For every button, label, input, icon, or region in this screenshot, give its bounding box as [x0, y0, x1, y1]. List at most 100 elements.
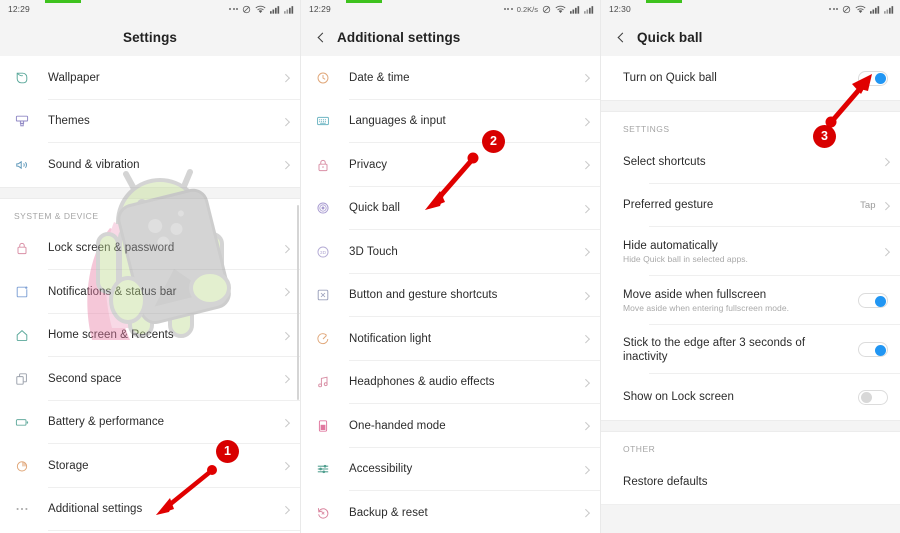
list-item-storage[interactable]: Storage	[0, 444, 300, 488]
list-item-turn-on-quick-ball[interactable]: Turn on Quick ball	[601, 56, 900, 100]
lock-icon	[315, 157, 349, 173]
panel-settings: 12:29 Settings Wallpaper Themes Sound & …	[0, 0, 300, 533]
status-icons: 0.2K/s	[503, 4, 594, 14]
chevron-right-icon	[581, 334, 590, 343]
list-item-backup-reset[interactable]: Backup & reset	[301, 491, 600, 533]
list-item-wallpaper[interactable]: Wallpaper	[0, 56, 300, 100]
annotation-badge-1: 1	[216, 440, 239, 463]
home-icon	[14, 327, 48, 343]
section-gap	[601, 100, 900, 112]
list-item-label: Lock screen & password	[48, 242, 175, 255]
chevron-right-icon	[581, 73, 590, 82]
onehand-icon	[315, 418, 349, 434]
wallpaper-icon	[14, 70, 48, 86]
chevron-right-icon	[281, 418, 290, 427]
list-item-stick-to-edge[interactable]: Stick to the edge after 3 seconds of ina…	[601, 325, 900, 374]
list-item-restore-defaults[interactable]: Restore defaults	[601, 460, 900, 504]
list-item-label: Accessibility	[349, 463, 413, 476]
list-item-hide-automatically[interactable]: Hide automatically Hide Quick ball in se…	[601, 227, 900, 276]
list-item-label: Sound & vibration	[48, 158, 140, 171]
list-item-label: Select shortcuts	[623, 155, 706, 168]
chevron-right-icon	[281, 374, 290, 383]
chevron-right-icon	[581, 204, 590, 213]
chevron-left-icon	[617, 32, 627, 42]
scrollbar[interactable]	[297, 205, 299, 400]
list-item-lock-screen-password[interactable]: Lock screen & password	[0, 226, 300, 270]
screenshot-stage: 12:29 Settings Wallpaper Themes Sound & …	[0, 0, 900, 533]
list-item-languages-input[interactable]: Languages & input	[301, 99, 600, 143]
toggle-show-on-lock-screen[interactable]	[858, 389, 888, 405]
list-item-notification-light[interactable]: Notification light	[301, 317, 600, 361]
list-item-preferred-gesture[interactable]: Preferred gesture Tap	[601, 183, 900, 227]
list-item-date-time[interactable]: Date & time	[301, 56, 600, 100]
list-item-label: Button and gesture shortcuts	[349, 289, 498, 302]
list-item-sublabel: Move aside when entering fullscreen mode…	[623, 302, 790, 313]
list-item-button-gesture-shortcuts[interactable]: Button and gesture shortcuts	[301, 273, 600, 317]
status-clock: 12:29	[309, 4, 331, 14]
section-header-system-device: SYSTEM & DEVICE	[0, 198, 300, 227]
toggle-stick-to-edge[interactable]	[858, 342, 888, 357]
list-item-one-handed-mode[interactable]: One-handed mode	[301, 404, 600, 448]
themes-icon	[14, 113, 48, 129]
list-item-sound-vibration[interactable]: Sound & vibration	[0, 143, 300, 187]
list-item-quick-ball[interactable]: Quick ball	[301, 186, 600, 230]
mute-icon	[842, 5, 851, 13]
network-speed-label: 0.2K/s	[516, 4, 538, 14]
list-item-accessibility[interactable]: Accessibility	[301, 447, 600, 491]
chevron-right-icon	[581, 421, 590, 430]
section-header-settings: SETTINGS	[601, 112, 900, 140]
signal-icon	[884, 5, 894, 14]
clock-icon	[315, 70, 349, 86]
list-item-privacy[interactable]: Privacy	[301, 143, 600, 187]
toggle-move-aside-when-fullscreen[interactable]	[858, 293, 888, 308]
list-item-select-shortcuts[interactable]: Select shortcuts	[601, 140, 900, 184]
chevron-right-icon	[281, 117, 290, 126]
page-title: Quick ball	[637, 29, 703, 45]
chevron-right-icon	[581, 508, 590, 517]
list-item-label: Quick ball	[349, 202, 400, 215]
app-bar: Quick ball	[601, 18, 900, 56]
back-button[interactable]	[307, 32, 337, 42]
additional-settings-list: Date & time Languages & input Privacy Qu…	[301, 56, 600, 533]
list-item-move-aside-when-fullscreen[interactable]: Move aside when fullscreen Move aside wh…	[601, 276, 900, 325]
list-item-second-space[interactable]: Second space	[0, 357, 300, 401]
list-item-label: Date & time	[349, 71, 410, 84]
progress-indicator	[646, 0, 682, 3]
list-item-label: Battery & performance	[48, 416, 165, 429]
section-header-other: OTHER	[601, 432, 900, 460]
list-item-show-on-lock-screen[interactable]: Show on Lock screen	[601, 374, 900, 420]
status-bar: 12:29 0.2K/s	[301, 0, 600, 18]
3dtouch-icon: 3D	[315, 244, 349, 260]
list-item-headphones-audio-effects[interactable]: Headphones & audio effects	[301, 360, 600, 404]
chevron-right-icon	[281, 244, 290, 253]
wifi-icon	[255, 5, 266, 13]
bottom-padding	[601, 504, 900, 533]
sound-icon	[14, 157, 48, 173]
back-button[interactable]	[607, 32, 637, 42]
list-item-3d-touch[interactable]: 3D 3D Touch	[301, 230, 600, 274]
toggle-turn-on-quick-ball[interactable]	[858, 70, 888, 86]
list-item-additional-settings[interactable]: Additional settings	[0, 487, 300, 531]
list-item-label: Wallpaper	[48, 71, 100, 84]
list-item-home-screen-recents[interactable]: Home screen & Recents	[0, 313, 300, 357]
list-item-notifications-status-bar[interactable]: Notifications & status bar	[0, 270, 300, 314]
chevron-right-icon	[281, 505, 290, 514]
status-bar: 12:29	[0, 0, 300, 18]
preferred-gesture-value: Tap	[860, 199, 876, 211]
status-icons	[229, 5, 294, 14]
list-item-themes[interactable]: Themes	[0, 99, 300, 143]
signal-icon	[284, 5, 294, 14]
list-item-label: One-handed mode	[349, 419, 446, 432]
quickball-icon	[315, 200, 349, 216]
chevron-right-icon	[581, 291, 590, 300]
second-space-icon	[14, 371, 48, 387]
lock-icon	[14, 240, 48, 256]
list-item-label: Turn on Quick ball	[623, 72, 717, 84]
list-item-label: Themes	[48, 115, 90, 128]
toggle-knob	[874, 73, 886, 84]
list-item-label: Stick to the edge after 3 seconds of ina…	[623, 336, 806, 363]
list-item-label: 3D Touch	[349, 245, 398, 258]
storage-icon	[14, 458, 48, 474]
list-item-label: Hide automatically	[623, 239, 718, 252]
list-item-battery-performance[interactable]: Battery & performance	[0, 400, 300, 444]
